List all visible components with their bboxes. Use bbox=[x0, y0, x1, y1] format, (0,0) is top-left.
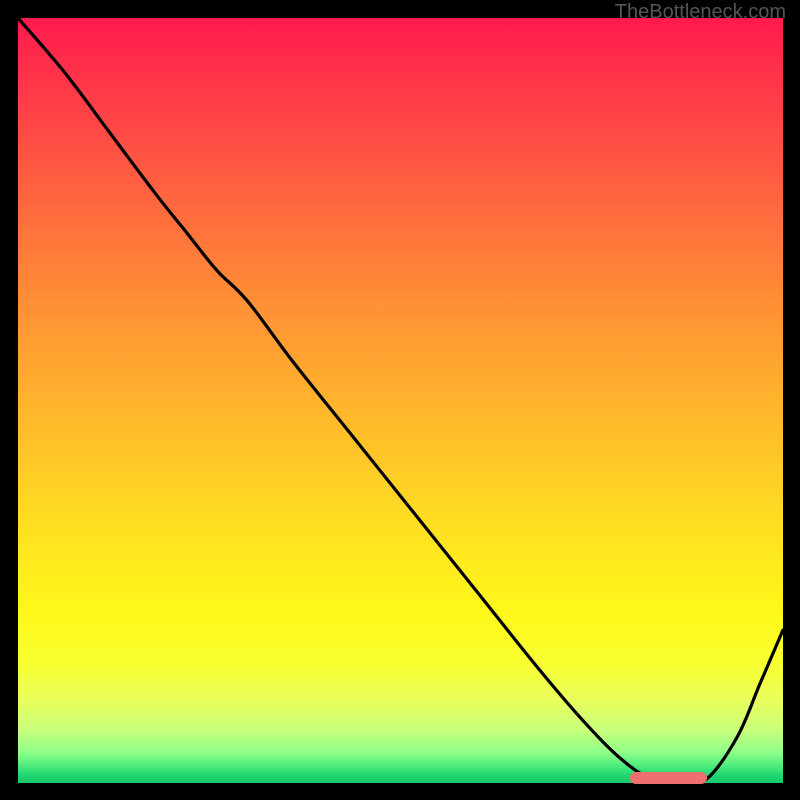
chart-container: TheBottleneck.com bbox=[0, 0, 800, 800]
plot-area bbox=[18, 18, 783, 783]
optimal-range-marker bbox=[630, 772, 707, 784]
bottleneck-curve bbox=[18, 18, 783, 783]
curve-svg bbox=[18, 18, 783, 783]
